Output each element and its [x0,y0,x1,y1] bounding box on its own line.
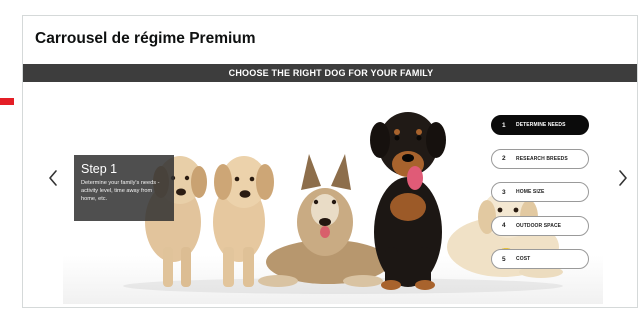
step-number: 3 [502,188,506,196]
step-number: 2 [502,155,506,162]
step-caption: Step 1 Determine your family's needs - a… [74,155,174,221]
card-title: Carrousel de régime Premium [35,30,256,47]
step-number: 5 [502,255,506,263]
carousel-banner: CHOOSE THE RIGHT DOG FOR YOUR FAMILY [23,64,637,82]
carousel-next-button[interactable] [615,164,631,192]
premium-carousel-card: Carrousel de régime Premium CHOOSE THE R… [22,15,638,308]
step-pill-home-size[interactable]: 3 HOME SIZE [491,182,589,202]
step-label: COST [516,256,531,262]
step-label: RESEARCH BREEDS [516,155,568,162]
red-marker [0,98,14,105]
page: Carrousel de régime Premium CHOOSE THE R… [0,0,638,311]
step-label: DETERMINE NEEDS [516,122,566,128]
step-label: OUTDOOR SPACE [516,222,562,229]
step-pill-research-breeds[interactable]: 2 RESEARCH BREEDS [491,148,589,169]
puppy-rottweiler [370,112,446,290]
chevron-right-icon [619,170,627,186]
step-number: 4 [502,222,506,229]
chevron-left-icon [49,170,57,186]
step-number: 1 [502,121,506,129]
step-list: 1 DETERMINE NEEDS 2 RESEARCH BREEDS 3 HO… [491,115,591,283]
step-pill-outdoor-space[interactable]: 4 OUTDOOR SPACE [491,215,589,236]
step-title: Step 1 [81,162,118,176]
step-pill-determine-needs[interactable]: 1 DETERMINE NEEDS [491,115,589,135]
step-description: Determine your family's needs - activity… [81,180,160,202]
carousel-prev-button[interactable] [45,164,61,192]
puppy-lab-right [213,156,274,287]
step-pill-cost[interactable]: 5 COST [491,249,589,269]
step-label: HOME SIZE [516,189,545,195]
puppy-shepherd [258,154,390,287]
